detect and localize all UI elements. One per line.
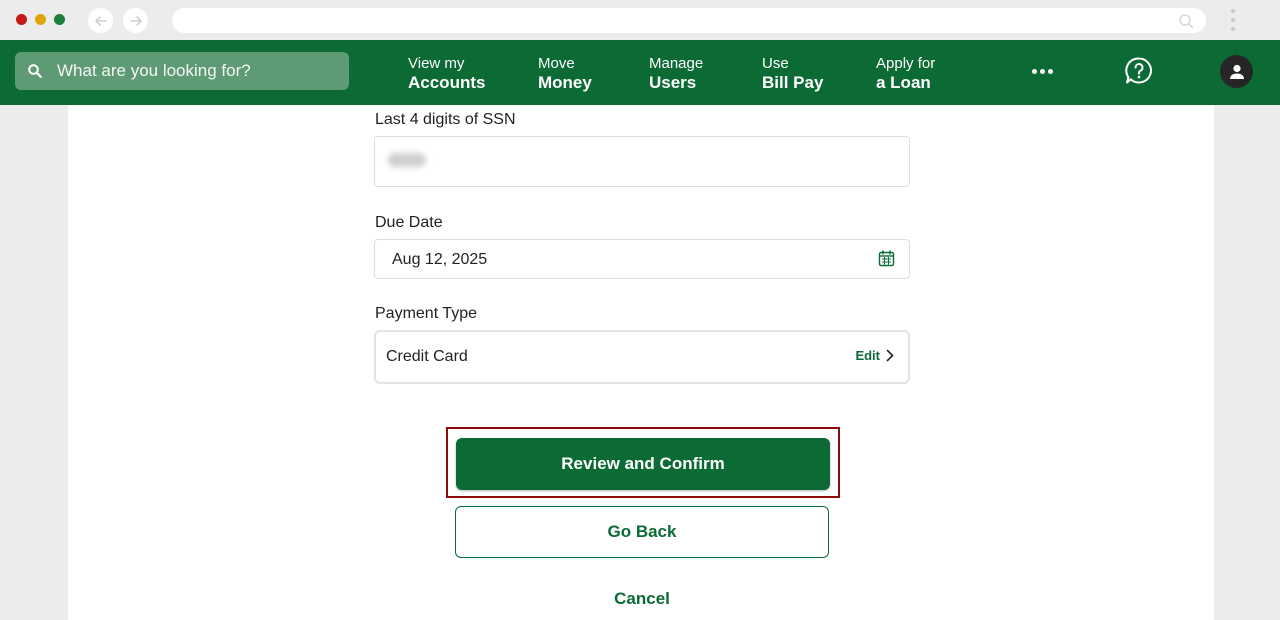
minimize-window-dot[interactable] (35, 14, 46, 25)
nav-bill-pay[interactable]: Use Bill Pay (762, 55, 824, 92)
search-icon (27, 63, 43, 79)
ssn-masked-value (388, 153, 426, 167)
due-date-value: Aug 12, 2025 (392, 251, 488, 268)
nav-label-line1: Apply for (876, 55, 936, 72)
edit-payment-type-link[interactable]: Edit (855, 348, 894, 363)
review-and-confirm-button[interactable]: Review and Confirm (456, 438, 830, 490)
payment-type-label: Payment Type (375, 305, 477, 322)
search-icon (1179, 14, 1194, 29)
top-navigation: View my Accounts Move Money Manage Users… (0, 40, 1280, 105)
arrow-left-icon (94, 15, 107, 26)
nav-label-line1: Manage (649, 55, 704, 72)
cancel-link[interactable]: Cancel (592, 589, 692, 609)
chevron-right-icon (886, 349, 894, 362)
nav-label-line1: View my (408, 55, 465, 72)
due-date-field[interactable]: Aug 12, 2025 (374, 239, 910, 279)
nav-move-money[interactable]: Move Money (538, 55, 592, 92)
site-search[interactable] (15, 52, 349, 90)
nav-apply-loan[interactable]: Apply for a Loan (876, 55, 936, 92)
edit-label: Edit (855, 348, 880, 363)
nav-label-line2: Bill Pay (762, 72, 824, 92)
nav-label-line1: Use (762, 55, 789, 72)
search-input[interactable] (57, 61, 327, 81)
nav-label-line2: Users (649, 72, 697, 92)
payment-type-value: Credit Card (386, 348, 468, 365)
browser-menu-icon[interactable] (1231, 9, 1237, 36)
nav-view-accounts[interactable]: View my Accounts (408, 55, 486, 92)
more-options-icon[interactable] (1032, 69, 1053, 74)
help-chat-icon[interactable] (1124, 56, 1154, 91)
arrow-right-icon (129, 15, 142, 26)
address-bar[interactable] (172, 8, 1206, 33)
browser-back-button[interactable] (88, 8, 113, 33)
maximize-window-dot[interactable] (54, 14, 65, 25)
ssn-label: Last 4 digits of SSN (375, 111, 516, 128)
close-window-dot[interactable] (16, 14, 27, 25)
go-back-button[interactable]: Go Back (455, 506, 829, 558)
nav-label-line2: Accounts (408, 72, 486, 92)
nav-label-line1: Move (538, 55, 575, 72)
calendar-icon[interactable] (878, 250, 895, 267)
nav-manage-users[interactable]: Manage Users (649, 55, 704, 92)
payment-type-field: Credit Card Edit (374, 330, 910, 384)
nav-label-line2: Money (538, 72, 592, 92)
browser-chrome (0, 0, 1280, 40)
due-date-label: Due Date (375, 214, 443, 231)
user-icon (1229, 64, 1244, 79)
user-avatar[interactable] (1220, 55, 1253, 88)
nav-label-line2: a Loan (876, 72, 931, 92)
browser-forward-button[interactable] (123, 8, 148, 33)
ssn-field[interactable] (374, 136, 910, 187)
main-content: Last 4 digits of SSN Due Date Aug 12, 20… (68, 105, 1214, 620)
